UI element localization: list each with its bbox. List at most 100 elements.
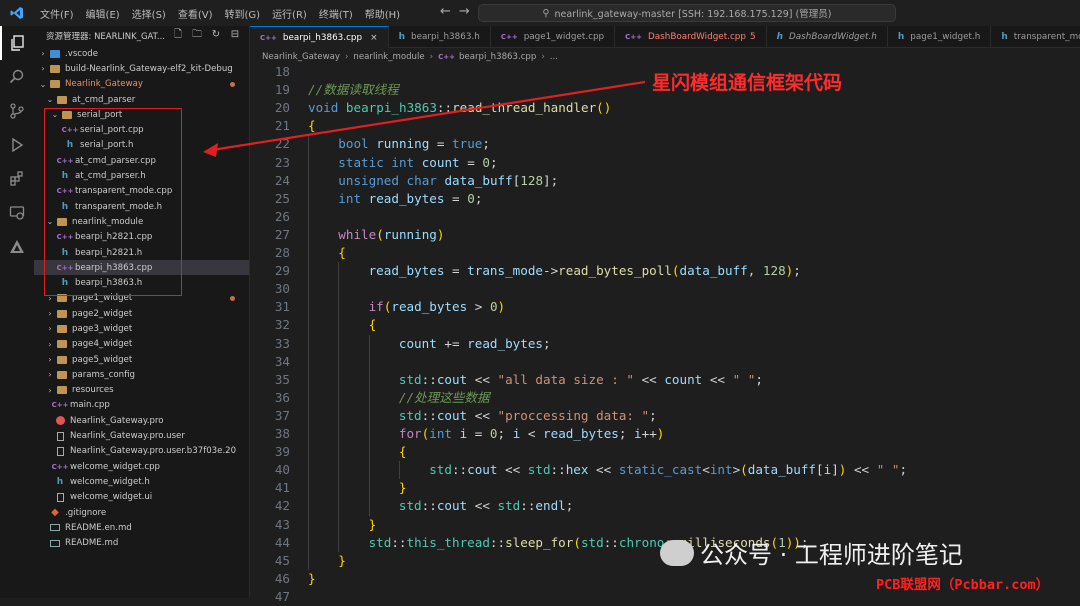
tree-item[interactable]: › page4_widget: [34, 337, 249, 352]
tree-item-label: welcome_widget.h: [70, 476, 150, 487]
code-token: ++: [641, 426, 657, 441]
code-editor[interactable]: 18 19 //数据读取线程 20 void bearpi_h3863::read_th…: [250, 64, 1080, 604]
editor-tab[interactable]: C++ bearpi_h3863.cpp ×: [250, 26, 389, 48]
code-line: 39 {: [250, 443, 1080, 461]
new-file-icon[interactable]: 🗋: [172, 29, 184, 41]
line-number: 45: [274, 552, 290, 568]
editor-tab[interactable]: h transparent_mode.h: [991, 26, 1080, 48]
refresh-icon[interactable]: ↻: [210, 29, 222, 41]
code-text: int read_bytes = 0;: [338, 190, 482, 208]
close-icon[interactable]: ×: [370, 33, 378, 43]
code-token: ::: [520, 498, 536, 514]
tree-item[interactable]: › build-Nearlink_Gateway-elf2_kit-Debug: [34, 61, 249, 76]
tree-item[interactable]: Nearlink_Gateway.pro.user: [34, 428, 249, 443]
extensions-icon[interactable]: [0, 162, 34, 196]
tree-item[interactable]: C++ welcome_widget.cpp: [34, 459, 249, 474]
code-token: for: [398, 426, 422, 441]
header-file-icon: h: [56, 476, 64, 487]
breadcrumb-item[interactable]: ...: [550, 52, 558, 62]
menu-item[interactable]: 编辑(E): [80, 6, 126, 21]
chevron-icon: ›: [41, 64, 45, 74]
editor-tab[interactable]: h DashBoardWidget.h: [767, 26, 888, 48]
tree-item-label: at_cmd_parser: [72, 94, 136, 105]
menu-item[interactable]: 帮助(H): [359, 6, 406, 21]
line-number: 44: [274, 534, 290, 550]
code-token: cout: [436, 498, 468, 514]
tree-item[interactable]: C++ main.cpp: [34, 398, 249, 413]
code-token: std: [429, 462, 452, 478]
breadcrumb-item[interactable]: nearlink_module: [353, 52, 424, 62]
tree-item[interactable]: README.en.md: [34, 520, 249, 535]
line-number: 46: [274, 570, 290, 586]
tree-item[interactable]: › page2_widget: [34, 306, 249, 321]
tree-item[interactable]: README.md: [34, 536, 249, 551]
code-token: cout: [436, 407, 468, 423]
tree-item-label: params_config: [72, 369, 135, 380]
code-token: 128: [762, 263, 786, 279]
tree-item[interactable]: › .vscode: [34, 46, 249, 61]
code-token: data_buff: [747, 462, 816, 478]
annotation-label: 星闪模组通信框架代码: [652, 72, 843, 94]
code-text: bool running = true;: [338, 135, 490, 153]
explorer-icon[interactable]: [0, 26, 34, 60]
line-number: 21: [274, 118, 290, 134]
code-line: 21 {: [250, 117, 1080, 135]
explorer-header: 资源管理器: NEARLINK_GAT... 🗋 🗀 ↻ ⊟: [34, 26, 249, 46]
code-token: <<: [467, 498, 498, 514]
command-center-search[interactable]: ⚲ nearlink_gateway-master [SSH: 192.168.…: [478, 4, 896, 22]
tree-item[interactable]: Nearlink_Gateway.pro.user.b37f03e.20: [34, 444, 249, 459]
tree-item[interactable]: ◆ .gitignore: [34, 505, 249, 520]
search-icon[interactable]: [0, 60, 34, 94]
back-arrow-icon[interactable]: ←: [440, 4, 459, 19]
code-token: int: [429, 426, 460, 441]
breadcrumb-item[interactable]: Nearlink_Gateway: [262, 52, 340, 62]
menu-item[interactable]: 终端(T): [313, 6, 359, 21]
tree-item[interactable]: welcome_widget.ui: [34, 490, 249, 505]
header-file-icon: h: [897, 32, 905, 42]
source-control-icon[interactable]: [0, 94, 34, 128]
tree-item-label: Nearlink_Gateway.pro.user.b37f03e.20: [70, 446, 237, 457]
code-token: ::: [550, 462, 566, 478]
code-token: unsigned char: [338, 172, 445, 188]
menu-item[interactable]: 转到(G): [219, 6, 267, 21]
code-line: 30: [250, 280, 1080, 298]
remote-explorer-icon[interactable]: [0, 196, 34, 230]
tab-label: page1_widget.h: [910, 32, 981, 42]
menu-item[interactable]: 查看(V): [172, 6, 219, 21]
tree-item[interactable]: ⌄ Nearlink_Gateway: [34, 77, 249, 92]
code-token: 0: [489, 299, 498, 315]
tab-label: transparent_mode.h: [1013, 32, 1080, 42]
tree-item[interactable]: Nearlink_Gateway.pro: [34, 413, 249, 428]
run-debug-icon[interactable]: [0, 128, 34, 162]
code-token: ;: [618, 426, 635, 441]
editor-tab[interactable]: C++ page1_widget.cpp: [491, 26, 616, 48]
code-line: 22 bool running = true;: [250, 135, 1080, 153]
code-token: //处理这些数据: [398, 389, 490, 405]
tree-item-label: README.md: [65, 538, 119, 549]
folder-icon: [48, 79, 62, 90]
collapse-all-icon[interactable]: ⊟: [229, 29, 241, 41]
tree-item[interactable]: › page3_widget: [34, 321, 249, 336]
code-token: <<: [467, 371, 498, 387]
tree-item[interactable]: h welcome_widget.h: [34, 474, 249, 489]
menu-item[interactable]: 选择(S): [126, 6, 172, 21]
code-token: read_thread_handler: [452, 100, 597, 116]
search-icon: ⚲: [542, 7, 550, 19]
line-number: 23: [274, 154, 290, 170]
forward-arrow-icon[interactable]: →: [459, 4, 478, 19]
tree-item[interactable]: ⌄ at_cmd_parser: [34, 92, 249, 107]
new-folder-icon[interactable]: 🗀: [191, 29, 203, 41]
menu-item[interactable]: 运行(R): [266, 6, 313, 21]
tree-item[interactable]: › resources: [34, 383, 249, 398]
line-number: 36: [274, 389, 290, 405]
qt-icon[interactable]: [0, 230, 34, 264]
tree-item[interactable]: › page5_widget: [34, 352, 249, 367]
editor-tab[interactable]: h page1_widget.h: [888, 26, 992, 48]
editor-tab[interactable]: C++ DashBoardWidget.cpp 5: [615, 26, 767, 48]
editor-tab[interactable]: h bearpi_h3863.h: [389, 26, 491, 48]
menu-item[interactable]: 文件(F): [34, 6, 80, 21]
tree-item[interactable]: › params_config: [34, 367, 249, 382]
chevron-icon: ›: [48, 309, 52, 319]
breadcrumb-item[interactable]: bearpi_h3863.cpp: [459, 52, 536, 62]
code-token: ::: [421, 371, 437, 387]
